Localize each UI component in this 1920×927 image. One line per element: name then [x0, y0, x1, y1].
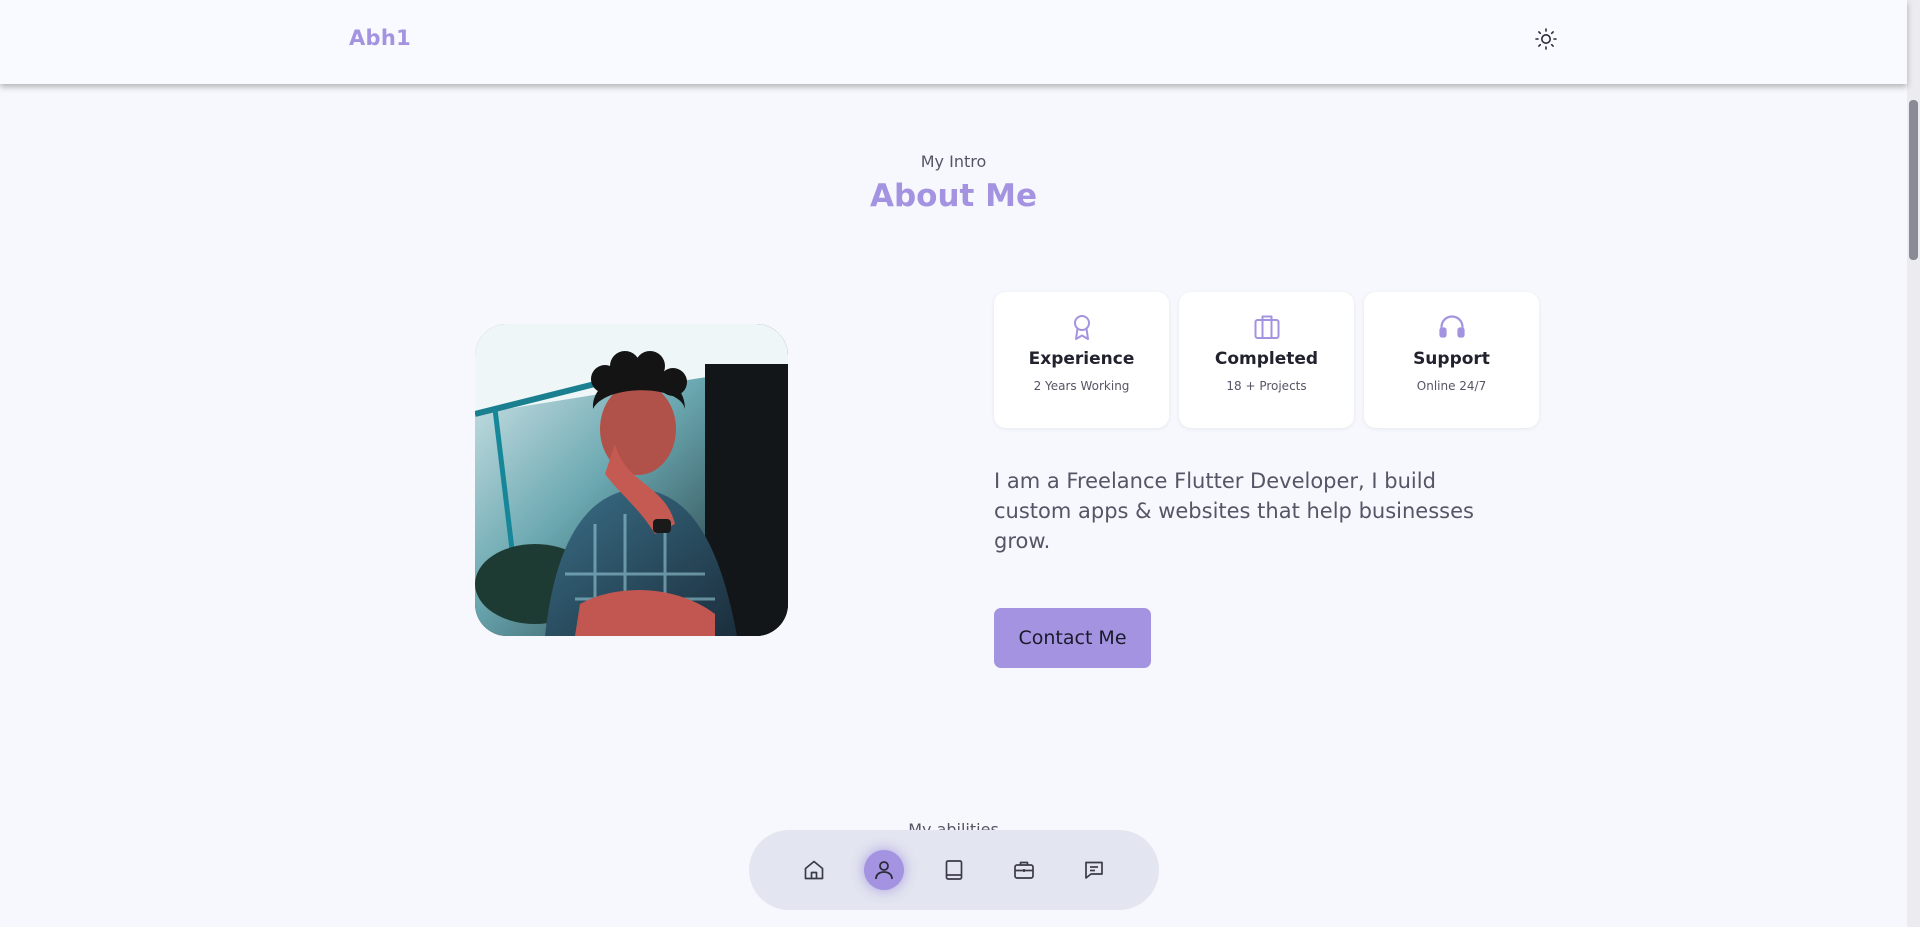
- section-subtitle: My Intro: [920, 152, 987, 171]
- nav-contact[interactable]: [1074, 850, 1114, 890]
- briefcase-icon: [1012, 858, 1036, 882]
- headset-icon: [1364, 312, 1539, 342]
- nav-portfolio[interactable]: [1004, 850, 1044, 890]
- logo[interactable]: Abh1: [349, 26, 411, 50]
- message-icon: [1082, 858, 1106, 882]
- scrollbar-thumb[interactable]: [1909, 100, 1918, 260]
- card-subtitle: 2 Years Working: [1033, 379, 1130, 393]
- sun-icon: [1534, 27, 1558, 51]
- card-subtitle: Online 24/7: [1416, 379, 1487, 393]
- page: My abilities Abh1 My Intro About Me: [0, 0, 1920, 927]
- card-title: Support: [1413, 349, 1490, 369]
- profile-photo: [475, 324, 788, 636]
- section-title: About Me: [869, 178, 1038, 214]
- briefcase-icon: [1179, 312, 1354, 342]
- header: Abh1: [0, 0, 1907, 84]
- user-icon: [872, 858, 896, 882]
- contact-me-button[interactable]: Contact Me: [994, 608, 1151, 668]
- nav-skills[interactable]: [934, 850, 974, 890]
- experience-card: Experience 2 Years Working: [994, 292, 1169, 428]
- info-cards: Experience 2 Years Working Completed 18 …: [994, 292, 1539, 428]
- card-title: Experience: [1028, 349, 1135, 369]
- card-subtitle: 18 + Projects: [1226, 379, 1307, 393]
- bottom-nav: [749, 830, 1159, 910]
- theme-toggle-button[interactable]: [1533, 26, 1559, 52]
- home-icon: [802, 858, 826, 882]
- support-card: Support Online 24/7: [1364, 292, 1539, 428]
- card-title: Completed: [1214, 349, 1319, 369]
- book-icon: [942, 858, 966, 882]
- nav-home[interactable]: [794, 850, 834, 890]
- completed-card: Completed 18 + Projects: [1179, 292, 1354, 428]
- about-description: I am a Freelance Flutter Developer, I bu…: [994, 469, 1474, 553]
- nav-about[interactable]: [864, 850, 904, 890]
- award-icon: [994, 312, 1169, 342]
